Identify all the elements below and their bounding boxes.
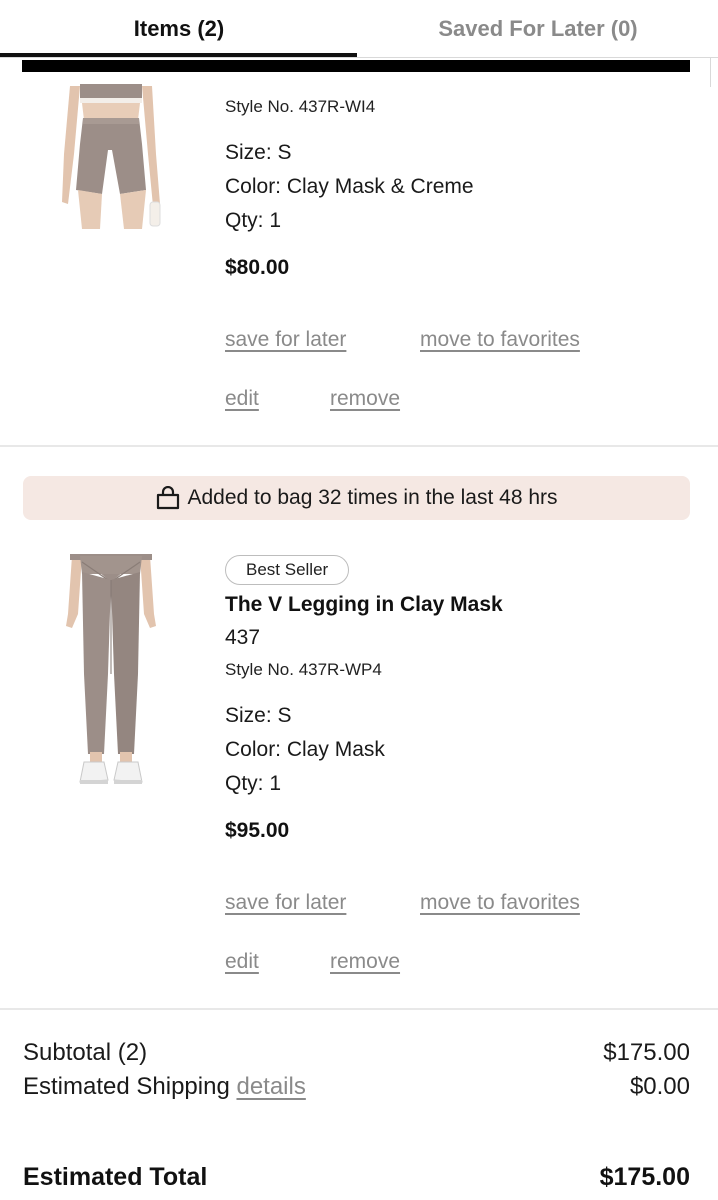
item-quantity: Qty: 1: [225, 772, 282, 795]
item-quantity: Qty: 1: [225, 209, 282, 232]
best-seller-badge-label: Best Seller: [246, 560, 329, 579]
remove-link[interactable]: remove: [330, 387, 400, 411]
product-image-bike-shorts[interactable]: [52, 84, 170, 234]
item-size: Size: S: [225, 141, 292, 164]
save-for-later-link[interactable]: save for later: [225, 328, 346, 352]
item-price: $95.00: [225, 819, 290, 842]
edit-link[interactable]: edit: [225, 950, 259, 974]
tabs-divider: [0, 57, 718, 58]
save-for-later-link[interactable]: save for later: [225, 891, 346, 915]
shipping-label: Estimated Shipping: [23, 1073, 230, 1100]
subtotal-label: Subtotal (2): [23, 1039, 148, 1066]
item-divider: [0, 445, 718, 447]
subtotal-value: $175.00: [603, 1039, 690, 1066]
remove-link[interactable]: remove: [330, 950, 400, 974]
best-seller-badge: Best Seller: [225, 555, 350, 585]
item-size: Size: S: [225, 704, 292, 727]
tab-items[interactable]: Items (2): [0, 0, 358, 58]
summary-divider: [0, 1008, 718, 1010]
cart-tabs: Items (2) Saved For Later (0): [0, 0, 718, 58]
estimated-total-value: $175.00: [599, 1163, 690, 1191]
move-to-favorites-link[interactable]: move to favorites: [420, 891, 580, 915]
item-color: Color: Clay Mask: [225, 738, 385, 761]
edge-divider: [710, 57, 711, 87]
edit-link[interactable]: edit: [225, 387, 259, 411]
item-style-number: Style No. 437R-WI4: [225, 97, 376, 116]
estimated-total-label: Estimated Total: [23, 1163, 208, 1191]
tab-saved-for-later[interactable]: Saved For Later (0): [358, 0, 718, 58]
shipping-details-link[interactable]: details: [236, 1073, 305, 1100]
product-image-legging[interactable]: [58, 554, 164, 794]
popularity-banner: Added to bag 32 times in the last 48 hrs: [23, 476, 690, 520]
item-color: Color: Clay Mask & Creme: [225, 175, 474, 198]
item-name[interactable]: The V Legging in Clay Mask: [225, 593, 503, 617]
item-price: $80.00: [225, 256, 290, 279]
popularity-text: Added to bag 32 times in the last 48 hrs: [187, 486, 558, 509]
shipping-value: $0.00: [629, 1073, 690, 1100]
shipping-row-label: Estimated Shipping details: [23, 1073, 306, 1101]
move-to-favorites-link[interactable]: move to favorites: [420, 328, 580, 352]
shopping-bag-icon: [157, 486, 180, 510]
item-brand: 437: [225, 626, 261, 649]
item-style-number: Style No. 437R-WP4: [225, 660, 382, 679]
redaction-bar: [22, 60, 690, 72]
